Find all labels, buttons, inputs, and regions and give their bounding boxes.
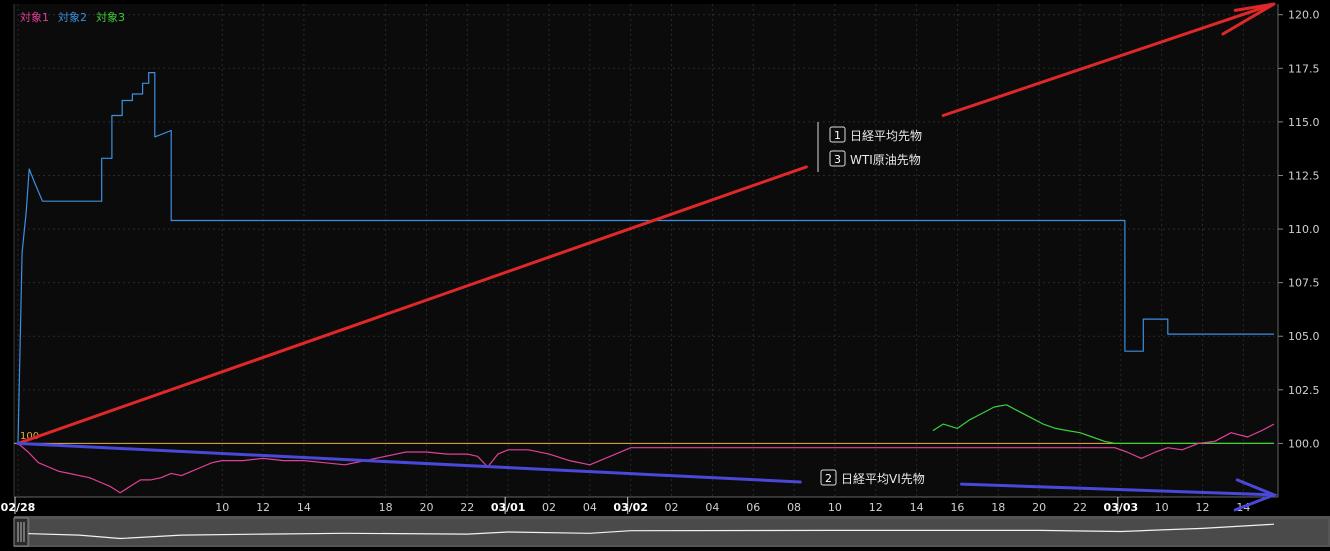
plot-area — [14, 4, 1278, 497]
x-tick-label: 22 — [1073, 501, 1087, 514]
x-tick-label: 22 — [460, 501, 474, 514]
chart-container: 120.0 117.5 115.0 112.5 110.0 107.5 105.0 102.5… — [0, 0, 1330, 547]
comparison-chart: 120.0 117.5 115.0 112.5 110.0 107.5 105.0 102.5… — [0, 0, 1330, 547]
x-tick-label: 20 — [1032, 501, 1046, 514]
x-tick-label: 08 — [787, 501, 801, 514]
x-tick-label: 06 — [746, 501, 760, 514]
x-tick-label: 10 — [215, 501, 229, 514]
annotation-label: WTI原油先物 — [850, 153, 921, 167]
x-tick-label: 03/03 — [1104, 501, 1139, 514]
x-tick-label: 16 — [950, 501, 964, 514]
annotation-number: 1 — [834, 129, 841, 142]
annotation-label: 日経平均先物 — [850, 129, 922, 143]
y-tick-label: 102.5 — [1288, 384, 1320, 397]
y-tick-label: 115.0 — [1288, 116, 1320, 129]
y-tick-label: 107.5 — [1288, 277, 1320, 290]
y-tick-label: 117.5 — [1288, 62, 1320, 75]
x-tick-label: 12 — [1196, 501, 1210, 514]
x-tick-label: 02/28 — [1, 501, 36, 514]
x-tick-label: 12 — [869, 501, 883, 514]
x-tick-label: 02 — [665, 501, 679, 514]
y-tick-label: 120.0 — [1288, 9, 1320, 22]
x-tick-label: 04 — [705, 501, 719, 514]
annotation-number: 2 — [825, 472, 832, 485]
x-tick-label: 20 — [419, 501, 433, 514]
x-tick-label: 14 — [297, 501, 311, 514]
x-tick-label: 10 — [1155, 501, 1169, 514]
y-tick-label: 110.0 — [1288, 223, 1320, 236]
overview-navigator[interactable] — [13, 516, 1330, 547]
x-tick-label: 02 — [542, 501, 556, 514]
y-tick-label: 105.0 — [1288, 330, 1320, 343]
x-tick-label: 14 — [910, 501, 924, 514]
overview-inner — [30, 519, 1328, 545]
y-tick-label: 112.5 — [1288, 169, 1320, 182]
legend-item-series3: 対象3 — [96, 10, 125, 24]
y-tick-label: 100.0 — [1288, 437, 1320, 450]
x-tick-label: 03/02 — [613, 501, 648, 514]
legend: 対象1 対象2 対象3 — [20, 10, 125, 24]
x-tick-label: 04 — [583, 501, 597, 514]
x-tick-label: 18 — [991, 501, 1005, 514]
annotation-number: 3 — [834, 153, 841, 166]
x-tick-label: 12 — [256, 501, 270, 514]
legend-item-series2: 対象2 — [58, 10, 87, 24]
legend-item-series1: 対象1 — [20, 10, 49, 24]
x-tick-label: 18 — [379, 501, 393, 514]
overview-scroll-handle[interactable] — [13, 517, 29, 547]
annotation-label: 日経平均VI先物 — [841, 472, 925, 486]
x-tick-label: 03/01 — [491, 501, 526, 514]
x-tick-label: 10 — [828, 501, 842, 514]
